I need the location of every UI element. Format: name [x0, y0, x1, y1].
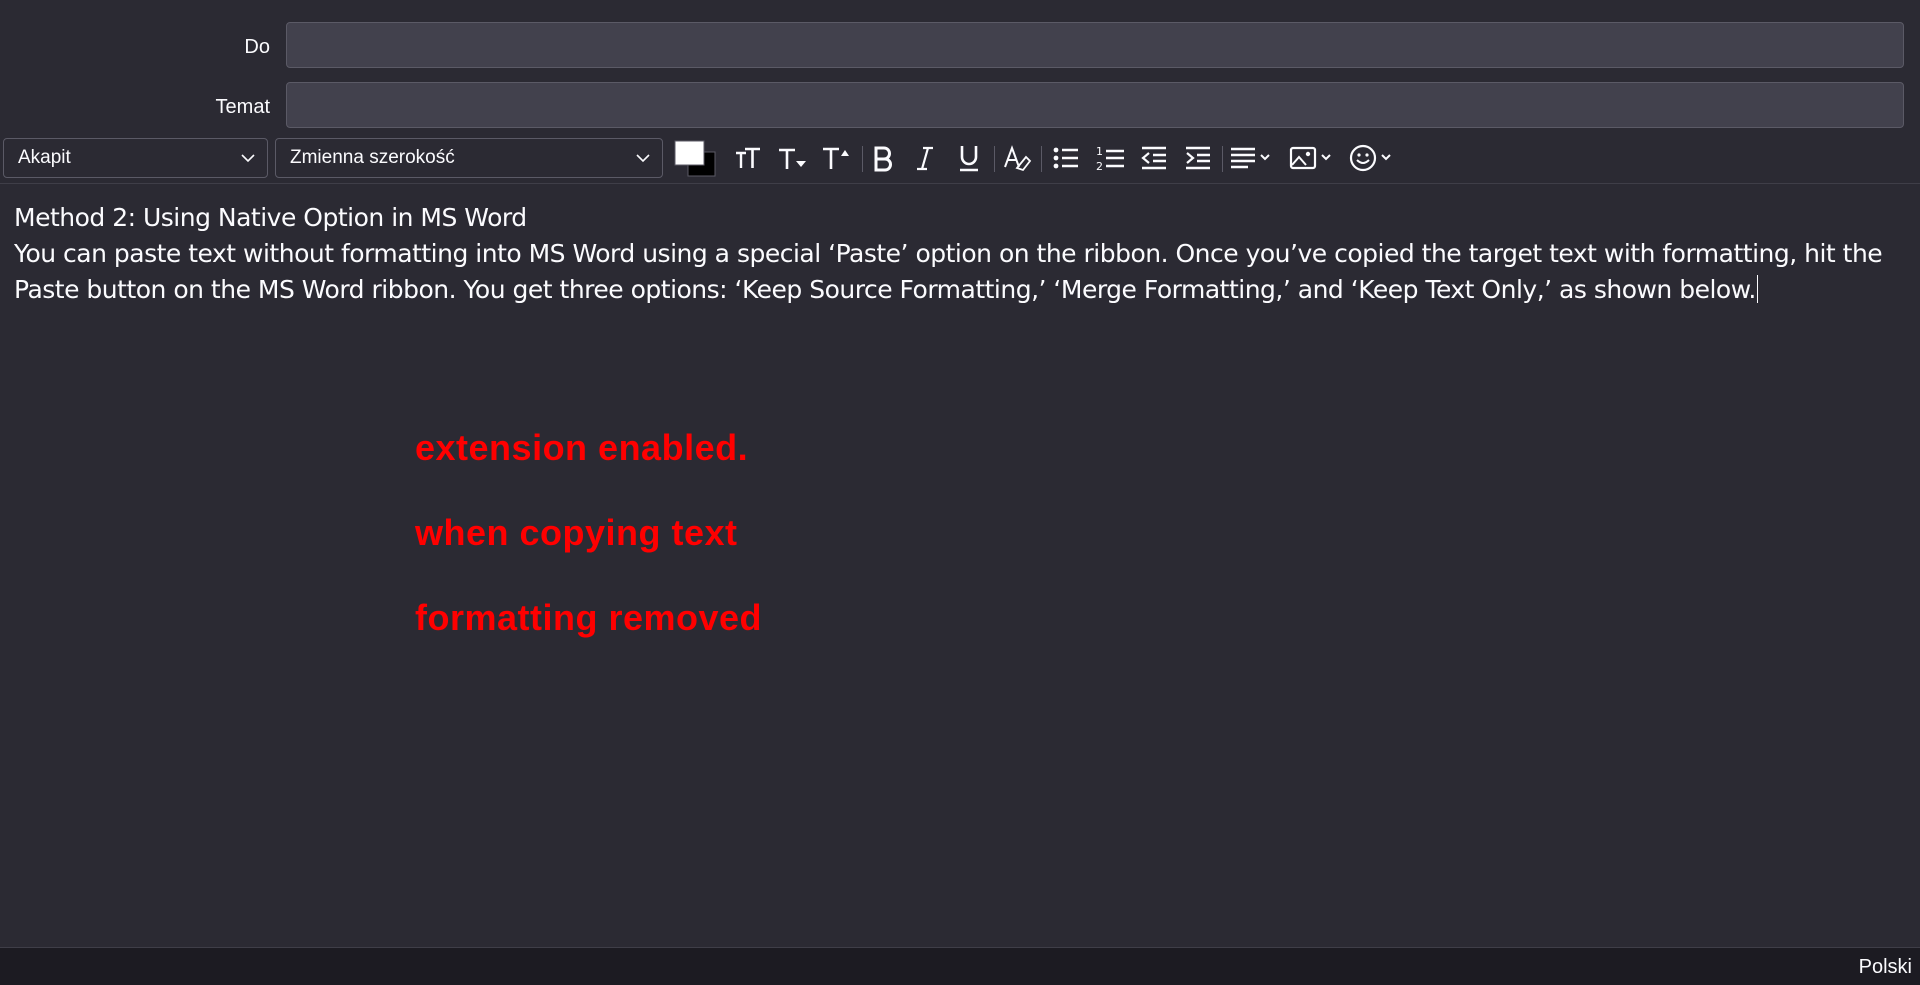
subject-label: Temat	[215, 96, 270, 118]
compose-window: Do Temat Akapit Zmienna szerokość 1 2 Me…	[0, 0, 1920, 985]
toolbar-separator	[1222, 146, 1223, 172]
font-family-value: Zmienna szerokość	[290, 147, 455, 168]
underline-button[interactable]	[952, 140, 986, 176]
message-body-editor[interactable]: Method 2: Using Native Option in MS Word…	[0, 185, 1920, 947]
to-label: Do	[244, 36, 270, 58]
numbered-list-icon: 1 2	[1096, 145, 1124, 173]
italic-icon	[917, 146, 933, 171]
toolbar-separator	[862, 146, 863, 172]
spellcheck-language[interactable]: Polski	[1859, 956, 1912, 979]
align-dropdown-button[interactable]	[1226, 140, 1278, 176]
font-size-icon	[736, 147, 760, 168]
to-input[interactable]	[286, 22, 1904, 68]
bulleted-list-icon	[1053, 147, 1078, 169]
outdent-icon	[1141, 146, 1166, 170]
font-size-increase-icon	[823, 147, 849, 169]
bold-icon	[874, 146, 892, 172]
paragraph-format-value: Akapit	[18, 147, 71, 168]
font-family-select[interactable]: Zmienna szerokość	[275, 138, 663, 178]
heading-text: Method 2: Using Native Option in MS Word	[14, 203, 527, 232]
underline-icon	[960, 146, 978, 172]
to-row: Do	[0, 22, 1920, 72]
paragraph-text: You can paste text without formatting in…	[14, 239, 1883, 304]
increase-font-size-button[interactable]	[818, 140, 854, 176]
svg-text:1: 1	[1096, 145, 1103, 158]
italic-button[interactable]	[908, 140, 942, 176]
bulleted-list-button[interactable]	[1046, 140, 1086, 176]
svg-text:2: 2	[1096, 160, 1103, 173]
toolbar-separator	[1041, 146, 1042, 172]
body-paragraph: You can paste text without formatting in…	[14, 236, 1894, 308]
color-swatch-icon	[674, 140, 716, 177]
body-heading: Method 2: Using Native Option in MS Word	[14, 200, 1894, 236]
subject-input[interactable]	[286, 82, 1904, 128]
chevron-down-icon	[636, 154, 650, 163]
text-caret	[1756, 275, 1758, 303]
reset-font-size-button[interactable]	[730, 140, 766, 176]
decrease-font-size-button[interactable]	[774, 140, 810, 176]
paragraph-format-select[interactable]: Akapit	[3, 138, 268, 178]
subject-row: Temat	[0, 82, 1920, 132]
outdent-button[interactable]	[1134, 140, 1174, 176]
indent-icon	[1186, 146, 1210, 170]
emoji-icon	[1349, 144, 1391, 172]
toolbar-separator	[994, 146, 995, 172]
status-bar: Polski	[0, 947, 1920, 985]
annotation-line-1: extension enabled.	[415, 427, 749, 468]
insert-image-button[interactable]	[1286, 140, 1338, 176]
format-toolbar: Akapit Zmienna szerokość 1 2	[0, 134, 1920, 184]
toolbar-divider	[0, 183, 1920, 184]
annotation-line-2: when copying text	[415, 512, 738, 553]
numbered-list-button[interactable]: 1 2	[1090, 140, 1130, 176]
align-left-icon	[1231, 147, 1270, 169]
font-size-decrease-icon	[779, 148, 806, 169]
annotation-line-3: formatting removed	[415, 597, 763, 638]
text-style-icon	[1004, 145, 1032, 172]
image-icon	[1289, 146, 1331, 170]
bold-button[interactable]	[866, 140, 900, 176]
insert-emoji-button[interactable]	[1346, 140, 1400, 176]
text-style-button[interactable]	[998, 140, 1036, 176]
indent-button[interactable]	[1178, 140, 1218, 176]
text-color-picker[interactable]	[672, 140, 718, 177]
chevron-down-icon	[241, 154, 255, 163]
